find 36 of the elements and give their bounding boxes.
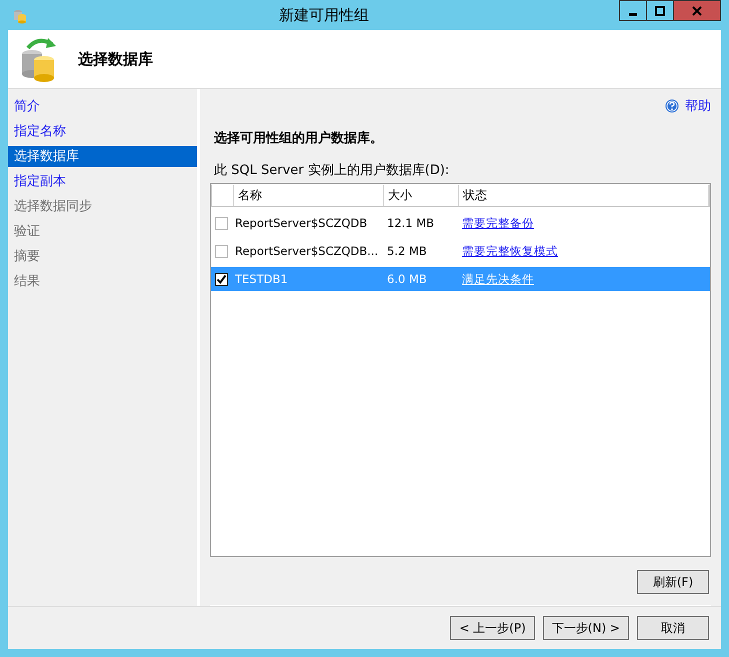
maximize-icon xyxy=(655,6,665,16)
back-button[interactable]: < 上一步(P) xyxy=(450,616,535,640)
refresh-button[interactable]: 刷新(F) xyxy=(637,570,709,594)
window-title: 新建可用性组 xyxy=(278,6,370,24)
next-button[interactable]: 下一步(N) > xyxy=(542,616,629,640)
minimize-button[interactable] xyxy=(619,0,647,21)
close-icon xyxy=(692,6,702,16)
status-link[interactable]: 需要完整恢复模式 xyxy=(462,244,558,258)
table-cell: 12.1 MB xyxy=(387,216,434,230)
close-button[interactable] xyxy=(673,0,721,21)
checkbox[interactable] xyxy=(215,216,228,230)
help-link[interactable]: 帮助 xyxy=(665,97,711,115)
page-title: 选择数据库 xyxy=(78,50,153,68)
table-cell: ReportServer$SCZQDB... xyxy=(235,244,378,258)
table-cell: 5.2 MB xyxy=(387,244,427,258)
minimize-icon xyxy=(629,12,637,16)
help-icon xyxy=(665,99,679,113)
table-row[interactable]: ReportServer$SCZQDB... 5.2 MB 需要完整恢复模式 xyxy=(211,239,710,263)
nav-item[interactable]: 指定副本 xyxy=(8,171,197,192)
table-cell: ReportServer$SCZQDB xyxy=(235,216,368,230)
table-cell: 6.0 MB xyxy=(387,272,427,286)
table-label: 此 SQL Server 实例上的用户数据库(D): xyxy=(213,162,450,179)
nav-item[interactable]: 选择数据库 xyxy=(8,146,197,167)
status-link[interactable]: 需要完整备份 xyxy=(462,216,534,230)
maximize-button[interactable] xyxy=(646,0,674,21)
table-cell: TESTDB1 xyxy=(235,272,288,286)
instruction-text: 选择可用性组的用户数据库。 xyxy=(213,130,384,147)
column-header[interactable]: 大小 xyxy=(384,185,459,206)
column-header[interactable]: 名称 xyxy=(234,185,384,206)
cancel-button[interactable]: 取消 xyxy=(637,616,709,640)
checkbox[interactable] xyxy=(215,244,228,258)
table-row[interactable]: ReportServer$SCZQDB 12.1 MB 需要完整备份 xyxy=(211,211,710,235)
nav-item[interactable]: 指定名称 xyxy=(8,121,197,142)
checkbox[interactable] xyxy=(215,272,228,286)
column-header[interactable]: 状态 xyxy=(459,185,709,206)
nav-item[interactable]: 简介 xyxy=(8,96,197,117)
